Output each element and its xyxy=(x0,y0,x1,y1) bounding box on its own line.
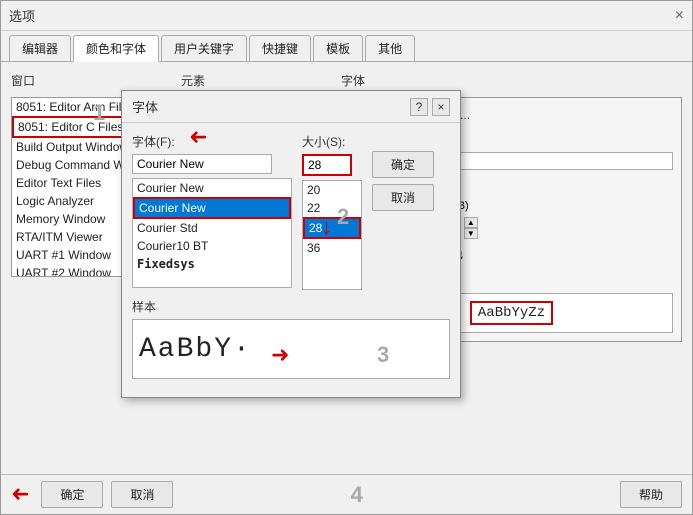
size-list-item[interactable]: 20 xyxy=(303,181,361,199)
size-col-label: 大小(S): xyxy=(302,133,362,150)
font-name-input[interactable]: Courier New xyxy=(132,154,272,174)
font-list-item-selected[interactable]: Courier New xyxy=(133,197,291,219)
close-button[interactable]: × xyxy=(675,7,684,25)
title-bar: 选项 × xyxy=(1,1,692,31)
dialog-close-button[interactable]: × xyxy=(432,98,450,116)
font-list-item[interactable]: Courier Std xyxy=(133,219,291,237)
window-panel-title: 窗口 xyxy=(11,72,171,89)
dialog-sample-text: AaBbY· xyxy=(139,334,252,365)
sample-text: AaBbYyZz xyxy=(470,301,553,325)
font-list-item[interactable]: Courier New xyxy=(133,179,291,197)
tab-editor[interactable]: 编辑器 xyxy=(9,35,71,61)
dialog-ok-button[interactable]: 确定 xyxy=(372,151,434,178)
ok-button[interactable]: 确定 xyxy=(41,481,103,508)
dialog-body: 字体(F): Courier New Courier New Courier N… xyxy=(122,123,460,397)
bg-spin-down[interactable]: ▼ xyxy=(464,228,478,239)
size-list-item-selected[interactable]: 28 xyxy=(303,217,361,239)
font-list[interactable]: Courier New Courier New Courier Std Cour… xyxy=(132,178,292,288)
arrow4-icon: ➜ xyxy=(11,481,29,508)
size-col: 大小(S): 28 20 22 28 36 xyxy=(302,133,362,290)
dialog-fields-row: 字体(F): Courier New Courier New Courier N… xyxy=(132,133,450,290)
font-col-label: 字体(F): xyxy=(132,133,292,150)
cancel-button[interactable]: 取消 xyxy=(111,481,173,508)
font-dialog: 字体 ? × 字体(F): Courier New Courier New Co… xyxy=(121,90,461,398)
font-settings-title: 字体 xyxy=(341,72,682,89)
tab-templates[interactable]: 模板 xyxy=(313,35,363,61)
main-window: 选项 × 编辑器 颜色和字体 用户关键字 快捷键 模板 其他 窗口 8051: … xyxy=(0,0,693,515)
dialog-btn-col: 确定 取消 xyxy=(372,133,434,290)
dialog-sample-label: 样本 xyxy=(132,298,450,315)
size-list-item[interactable]: 22 xyxy=(303,199,361,217)
tab-bar: 编辑器 颜色和字体 用户关键字 快捷键 模板 其他 xyxy=(1,31,692,62)
tab-colors-fonts[interactable]: 颜色和字体 xyxy=(73,35,159,62)
dialog-controls: ? × xyxy=(410,98,450,116)
tab-shortcuts[interactable]: 快捷键 xyxy=(249,35,311,61)
dialog-help-button[interactable]: ? xyxy=(410,98,428,116)
help-button[interactable]: 帮助 xyxy=(620,481,682,508)
badge-4: 4 xyxy=(351,482,363,508)
bg-spin-up[interactable]: ▲ xyxy=(464,217,478,228)
dialog-sample-box: AaBbY· xyxy=(132,319,450,379)
window-title: 选项 xyxy=(9,6,35,25)
font-col: 字体(F): Courier New Courier New Courier N… xyxy=(132,133,292,290)
size-input[interactable]: 28 xyxy=(302,154,352,176)
tab-other[interactable]: 其他 xyxy=(365,35,415,61)
bottom-left-buttons: ➜ 确定 取消 xyxy=(11,481,173,508)
dialog-title-text: 字体 xyxy=(132,97,158,116)
font-list-item[interactable]: Courier10 BT xyxy=(133,237,291,255)
dialog-title-bar: 字体 ? × xyxy=(122,91,460,123)
font-list-item[interactable]: Fixedsys xyxy=(133,255,291,273)
bg-spin[interactable]: ▲ ▼ xyxy=(464,217,478,239)
size-list-item[interactable]: 36 xyxy=(303,239,361,257)
main-content: 窗口 8051: Editor Arm Files 8051: Editor C… xyxy=(1,62,692,474)
size-list[interactable]: 20 22 28 36 xyxy=(302,180,362,290)
bottom-bar: ➜ 确定 取消 4 帮助 xyxy=(1,474,692,514)
tab-user-keywords[interactable]: 用户关键字 xyxy=(161,35,247,61)
dialog-cancel-button[interactable]: 取消 xyxy=(372,184,434,211)
elements-panel-title: 元素 xyxy=(181,72,331,89)
